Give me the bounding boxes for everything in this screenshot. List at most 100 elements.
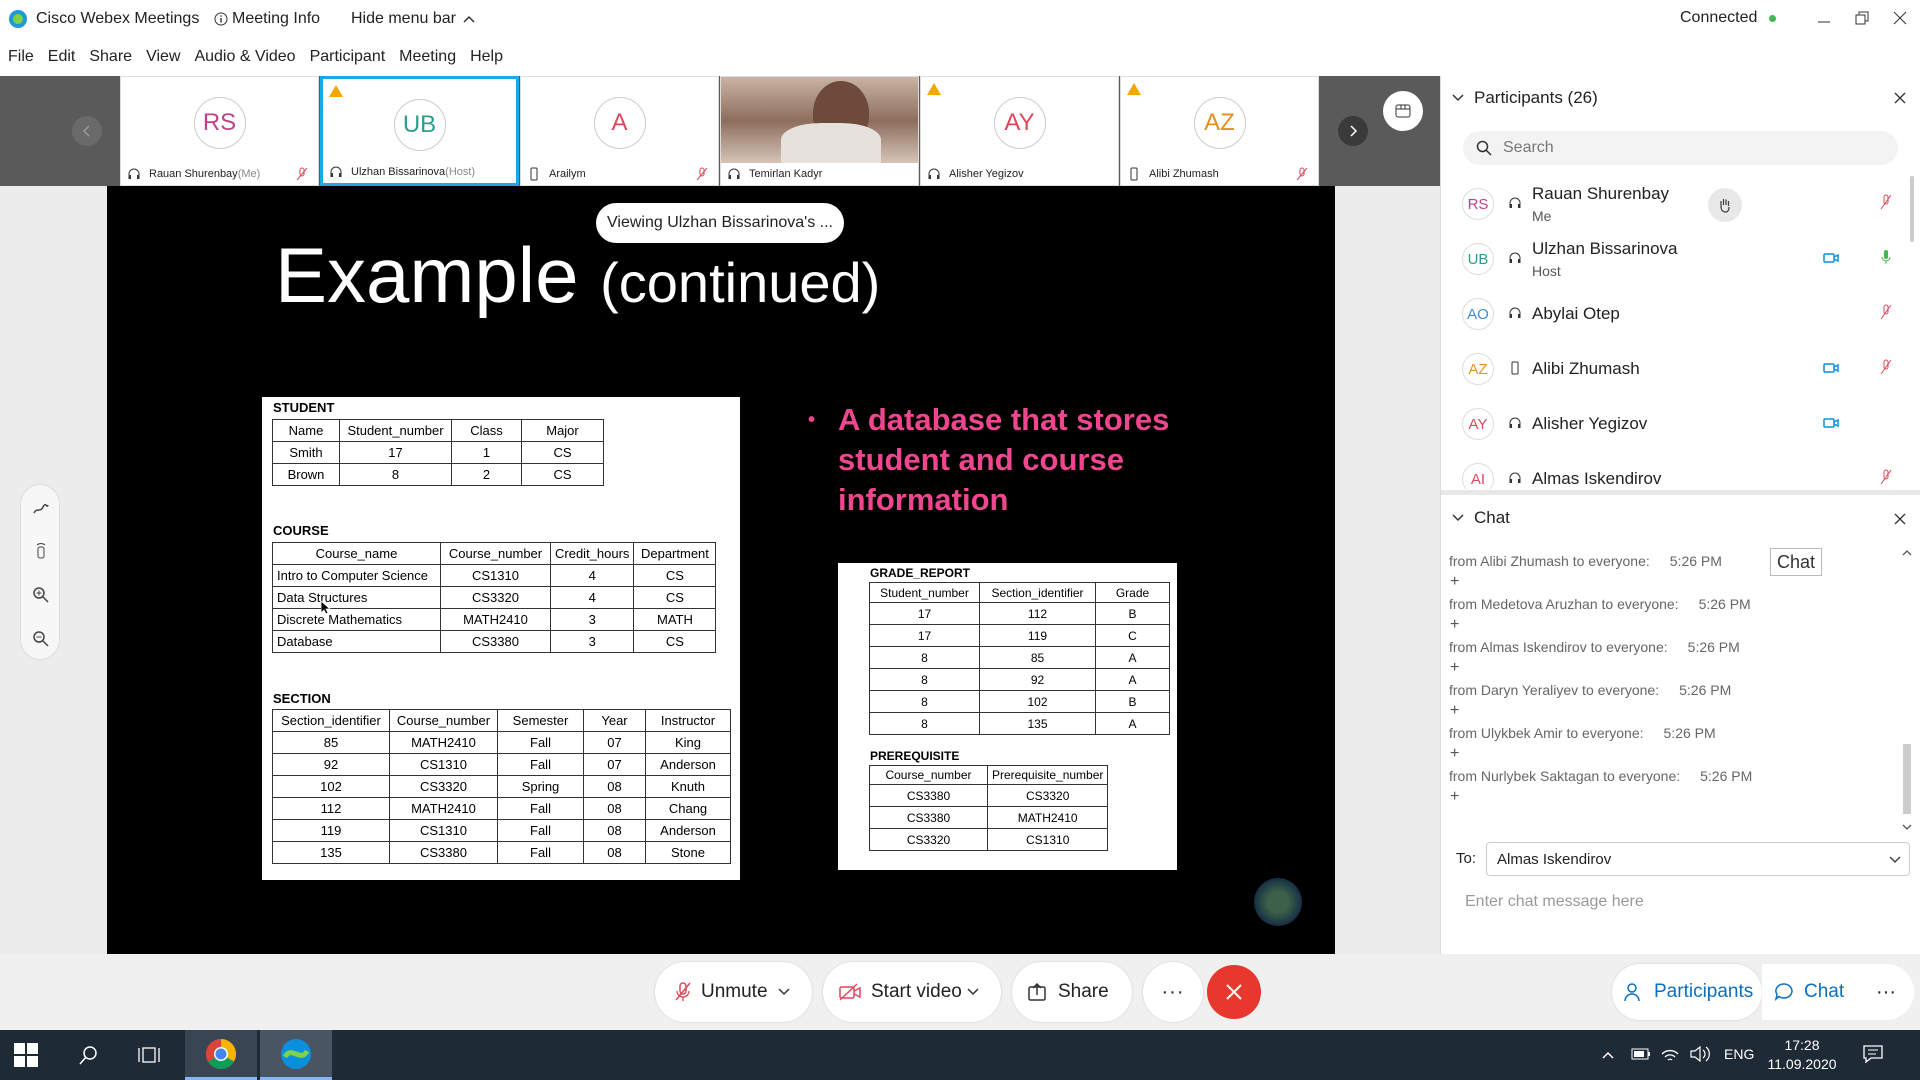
participants-header[interactable]: Participants (26) bbox=[1452, 88, 1598, 108]
participant-row[interactable]: AO Abylai Otep bbox=[1440, 286, 1910, 341]
menu-meeting[interactable]: Meeting bbox=[399, 48, 456, 66]
close-chat-icon[interactable] bbox=[1894, 513, 1906, 525]
close-participants-icon[interactable] bbox=[1894, 92, 1906, 104]
chrome-icon bbox=[205, 1038, 237, 1069]
close-window-icon[interactable] bbox=[1892, 10, 1908, 26]
chat-panel-button[interactable]: Chat bbox=[1762, 964, 1858, 1020]
show-hidden-icons-icon[interactable] bbox=[1602, 1050, 1614, 1060]
remote-control-icon[interactable] bbox=[31, 541, 51, 561]
menu-view[interactable]: View bbox=[146, 48, 180, 66]
muted-mic-icon[interactable] bbox=[1880, 469, 1892, 485]
video-tile-alisher[interactable]: AY Alisher Yegizov bbox=[920, 76, 1119, 186]
notifications-icon[interactable] bbox=[1862, 1044, 1884, 1064]
start-video-button[interactable]: Start video bbox=[823, 962, 1001, 1022]
menu-help[interactable]: Help bbox=[470, 48, 503, 66]
language-indicator[interactable]: ENG bbox=[1724, 1046, 1754, 1062]
video-tile-rauan[interactable]: RS Rauan Shurenbay (Me) bbox=[120, 76, 319, 186]
wifi-icon[interactable] bbox=[1660, 1045, 1680, 1063]
participant-row[interactable]: RS Rauan Shurenbay Me bbox=[1440, 176, 1910, 231]
participants-scrollbar[interactable] bbox=[1910, 176, 1914, 242]
meeting-info-button[interactable]: Meeting Info bbox=[214, 10, 320, 28]
chevron-down-icon[interactable] bbox=[967, 988, 979, 996]
chrome-taskbar-button[interactable] bbox=[185, 1030, 257, 1080]
scroll-down-icon[interactable] bbox=[1900, 822, 1914, 832]
table-cell: 3 bbox=[549, 630, 635, 653]
zoom-out-icon[interactable] bbox=[31, 629, 51, 649]
table-row: Smith 17 1 CS bbox=[272, 441, 604, 464]
restore-icon[interactable] bbox=[1854, 10, 1870, 26]
table-row: CS3320 CS1310 bbox=[869, 828, 1109, 851]
close-icon bbox=[1226, 984, 1242, 1000]
headset-icon bbox=[1509, 472, 1521, 483]
chat-time: 5:26 PM bbox=[1687, 639, 1740, 655]
share-button[interactable]: Share bbox=[1012, 962, 1132, 1022]
muted-mic-icon[interactable] bbox=[1880, 304, 1892, 320]
avatar: UB bbox=[1462, 243, 1494, 275]
layout-button[interactable] bbox=[1383, 91, 1423, 131]
more-options-button[interactable]: ··· bbox=[1143, 962, 1203, 1022]
participant-row[interactable]: AY Alisher Yegizov bbox=[1440, 396, 1910, 451]
section-table-label: SECTION bbox=[273, 691, 331, 706]
taskbar: ENG 17:28 11.09.2020 bbox=[0, 1030, 1920, 1080]
participant-row[interactable]: UB Ulzhan Bissarinova Host bbox=[1440, 231, 1910, 286]
muted-mic-icon bbox=[296, 167, 308, 181]
search-icon[interactable] bbox=[79, 1045, 99, 1065]
participant-tag: (Me) bbox=[237, 168, 261, 180]
chevron-down-icon[interactable] bbox=[778, 988, 790, 996]
participant-row[interactable]: AI Almas Iskendirov bbox=[1440, 451, 1910, 489]
annotate-pen-icon[interactable] bbox=[31, 499, 51, 519]
task-view-icon[interactable] bbox=[138, 1045, 160, 1065]
participant-search-input[interactable]: Search bbox=[1463, 131, 1898, 165]
unmute-button[interactable]: Unmute bbox=[655, 962, 812, 1022]
table-cell: 8 bbox=[869, 712, 980, 735]
strip-next-button[interactable] bbox=[1338, 116, 1368, 146]
battery-icon[interactable] bbox=[1631, 1047, 1651, 1061]
table-cell: King bbox=[645, 731, 731, 754]
bullet-dot-icon: • bbox=[808, 409, 816, 431]
muted-mic-icon[interactable] bbox=[1880, 359, 1892, 375]
table-cell: A bbox=[1095, 668, 1170, 691]
avatar: RS bbox=[193, 97, 246, 149]
video-tile-temirlan[interactable]: Temirlan Kadyr bbox=[720, 76, 919, 186]
chat-scroll-thumb[interactable] bbox=[1903, 744, 1911, 814]
participant-row[interactable]: AZ Alibi Zhumash bbox=[1440, 341, 1910, 396]
participant-name: Arailym bbox=[549, 168, 586, 180]
scroll-up-icon[interactable] bbox=[1900, 548, 1914, 558]
menu-participant[interactable]: Participant bbox=[310, 48, 386, 66]
prerequisite-table: Course_number Prerequisite_number CS3380 C… bbox=[869, 765, 1109, 851]
video-tile-alibi[interactable]: AZ Alibi Zhumash bbox=[1120, 76, 1319, 186]
video-tile-arailym[interactable]: A Arailym bbox=[520, 76, 719, 186]
video-camera-icon bbox=[1823, 253, 1839, 263]
chat-message-text: + bbox=[1450, 573, 1460, 590]
chat-header[interactable]: Chat bbox=[1452, 508, 1510, 528]
strip-prev-button[interactable] bbox=[72, 116, 102, 146]
muted-mic-icon[interactable] bbox=[1880, 194, 1892, 210]
participant-name: Alisher Yegizov bbox=[1532, 414, 1648, 433]
chat-scrollbar[interactable] bbox=[1900, 548, 1914, 838]
end-meeting-button[interactable] bbox=[1207, 965, 1261, 1019]
menu-audio-video[interactable]: Audio & Video bbox=[194, 48, 295, 66]
menu-edit[interactable]: Edit bbox=[48, 48, 76, 66]
zoom-in-icon[interactable] bbox=[31, 585, 51, 605]
avatar: AO bbox=[1462, 298, 1494, 330]
chat-recipient-select[interactable]: Almas Iskendirov bbox=[1486, 842, 1910, 876]
connection-status-label: Connected bbox=[1680, 9, 1758, 26]
participants-panel-button[interactable]: Participants bbox=[1612, 964, 1762, 1020]
menu-file[interactable]: File bbox=[8, 48, 34, 66]
windows-start-icon[interactable] bbox=[14, 1043, 38, 1067]
chat-message-input[interactable]: Enter chat message here bbox=[1465, 893, 1644, 911]
video-tile-ulzhan[interactable]: UB Ulzhan Bissarinova (Host) bbox=[320, 76, 519, 186]
clock[interactable]: 17:28 11.09.2020 bbox=[1762, 1036, 1842, 1074]
student-table: Name Student_number Class Major Smith 17 1 CS … bbox=[272, 419, 604, 486]
panel-divider[interactable] bbox=[1441, 490, 1920, 495]
active-mic-icon[interactable] bbox=[1880, 249, 1892, 265]
volume-icon[interactable] bbox=[1689, 1045, 1711, 1063]
menu-share[interactable]: Share bbox=[89, 48, 132, 66]
raise-hand-button[interactable] bbox=[1708, 188, 1742, 222]
slide-title-main: Example bbox=[275, 231, 579, 319]
webex-taskbar-button[interactable] bbox=[260, 1030, 332, 1080]
hide-menu-bar-button[interactable]: Hide menu bar bbox=[351, 10, 476, 28]
panel-more-button[interactable]: ··· bbox=[1858, 964, 1914, 1020]
headset-icon bbox=[128, 168, 140, 179]
minimize-icon[interactable] bbox=[1816, 12, 1832, 28]
